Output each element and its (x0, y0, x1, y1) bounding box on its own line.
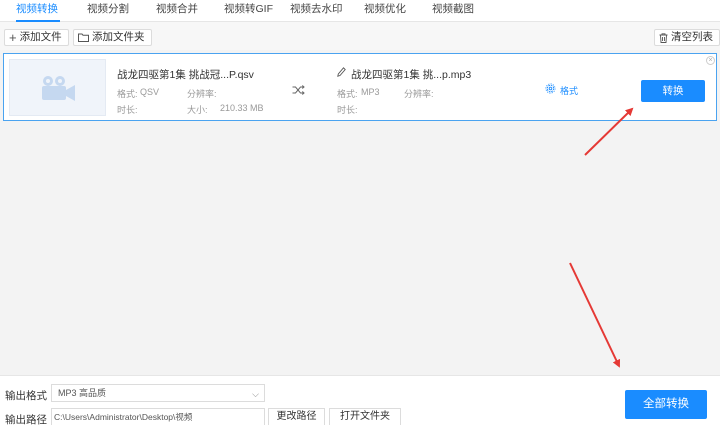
output-format-value: MP3 高品质 (58, 388, 107, 398)
format-settings-label: 格式 (560, 85, 579, 96)
target-format-value: MP3 (361, 87, 380, 97)
video-thumbnail (9, 59, 106, 116)
output-settings-bar: 输出格式 MP3 高品质 ⌵ 输出路径 C:\Users\Administrat… (0, 375, 720, 425)
clear-list-label: 清空列表 (671, 31, 713, 43)
folder-icon (78, 33, 89, 42)
video-camera-icon (42, 76, 75, 101)
source-size-label: 大小: (187, 105, 208, 115)
source-file-name: 战龙四驱第1集 挑战冠...P.qsv (117, 69, 254, 81)
tab-video-remove-watermark[interactable]: 视频去水印 (290, 0, 343, 22)
tab-video-screenshot[interactable]: 视频截图 (432, 0, 474, 22)
add-file-label: 添加文件 (19, 31, 62, 43)
close-icon[interactable]: × (706, 56, 715, 65)
add-folder-button[interactable]: 添加文件夹 (73, 29, 152, 46)
tab-video-convert[interactable]: 视频转换 (16, 0, 60, 22)
open-folder-button[interactable]: 打开文件夹 (329, 408, 401, 425)
tab-video-merge[interactable]: 视频合并 (156, 0, 198, 22)
plus-icon: + (9, 30, 17, 45)
source-format-label: 格式: (117, 89, 138, 99)
convert-all-button[interactable]: 全部转换 (625, 390, 707, 419)
trash-icon (659, 32, 668, 43)
edit-pencil-icon[interactable] (337, 67, 346, 80)
source-size-value: 210.33 MB (220, 103, 264, 113)
format-settings-button[interactable]: 格式 (545, 83, 578, 97)
shuffle-arrows-icon (292, 85, 305, 98)
add-folder-label: 添加文件夹 (92, 31, 145, 43)
add-file-button[interactable]: + 添加文件 (4, 29, 69, 46)
clear-list-button[interactable]: 清空列表 (654, 29, 720, 46)
source-duration-label: 时长: (117, 105, 138, 115)
change-path-button[interactable]: 更改路径 (268, 408, 325, 425)
target-resolution-label: 分辨率: (404, 89, 434, 99)
file-item-card[interactable]: 战龙四驱第1集 挑战冠...P.qsv 格式: QSV 分辨率: 时长: 大小:… (3, 53, 717, 121)
source-format-value: QSV (140, 87, 160, 97)
source-resolution-label: 分辨率: (187, 89, 217, 99)
chevron-down-icon: ⌵ (252, 389, 259, 399)
target-duration-label: 时长: (337, 105, 358, 115)
target-format-label: 格式: (337, 89, 358, 99)
toolbar: + 添加文件 添加文件夹 清空列表 (0, 22, 720, 50)
file-list: 战龙四驱第1集 挑战冠...P.qsv 格式: QSV 分辨率: 时长: 大小:… (0, 50, 720, 375)
gear-icon (545, 83, 556, 97)
output-format-label: 输出格式 (5, 390, 47, 402)
output-format-select[interactable]: MP3 高品质 ⌵ (51, 384, 265, 402)
target-file-name: 战龙四驱第1集 挑...p.mp3 (351, 69, 472, 81)
convert-button[interactable]: 转换 (641, 80, 705, 102)
tab-video-split[interactable]: 视频分割 (87, 0, 129, 22)
output-path-label: 输出路径 (5, 414, 47, 425)
tab-bar: 视频转换 视频分割 视频合并 视频转GIF 视频去水印 视频优化 视频截图 (0, 0, 720, 22)
tab-video-optimize[interactable]: 视频优化 (364, 0, 406, 22)
output-path-field[interactable]: C:\Users\Administrator\Desktop\视频 (51, 408, 265, 425)
tab-video-to-gif[interactable]: 视频转GIF (224, 0, 273, 22)
